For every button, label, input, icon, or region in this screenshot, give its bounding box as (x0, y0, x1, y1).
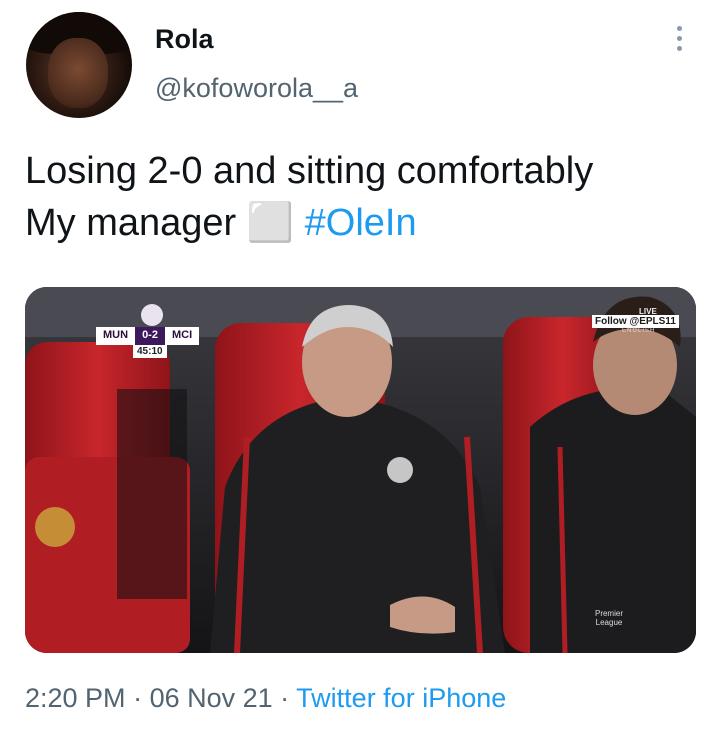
meta-separator: · (125, 683, 150, 713)
tweet-text-line-2: My manager ⬜ #OleIn (25, 197, 705, 249)
premier-league-watermark: Premier League (591, 609, 627, 627)
tweet-text-line-1: Losing 2-0 and sitting comfortably (25, 150, 594, 192)
follow-watermark: Follow @EPLS11 (592, 315, 679, 328)
score: 0-2 (135, 327, 165, 345)
tweet-time[interactable]: 2:20 PM (25, 683, 126, 713)
coach-hands (390, 596, 455, 634)
tweet-meta: 2:20 PM · 06 Nov 21 · Twitter for iPhone (25, 683, 506, 714)
user-handle[interactable]: @kofoworola__a (155, 73, 358, 104)
avatar[interactable] (26, 12, 132, 118)
club-crest (35, 507, 75, 547)
scoreboard: MUN 0-2 MCI 45:10 (96, 327, 200, 358)
tweet-media-image[interactable]: MUN 0-2 MCI 45:10 LIVE Follow @EPLS11 EN… (25, 287, 696, 653)
away-team: MCI (164, 327, 200, 345)
tweet-date[interactable]: 06 Nov 21 (150, 683, 273, 713)
avatar-face (48, 38, 108, 108)
premier-league-logo-icon (141, 304, 163, 326)
tweet-source-link[interactable]: Twitter for iPhone (296, 683, 506, 713)
hashtag-link[interactable]: #OleIn (305, 202, 417, 244)
more-options-icon[interactable] (667, 26, 691, 56)
display-name[interactable]: Rola (155, 24, 214, 55)
match-clock: 45:10 (133, 345, 167, 358)
league-line-2: League (595, 618, 623, 627)
league-line-1: Premier (594, 609, 623, 618)
tweet-text-prefix: My manager ⬜ (25, 202, 305, 244)
meta-separator-2: · (272, 683, 297, 713)
tweet-text: Losing 2-0 and sitting comfortably My ma… (25, 145, 705, 249)
language-label: ENGLISH (622, 328, 656, 334)
home-team: MUN (96, 327, 136, 345)
